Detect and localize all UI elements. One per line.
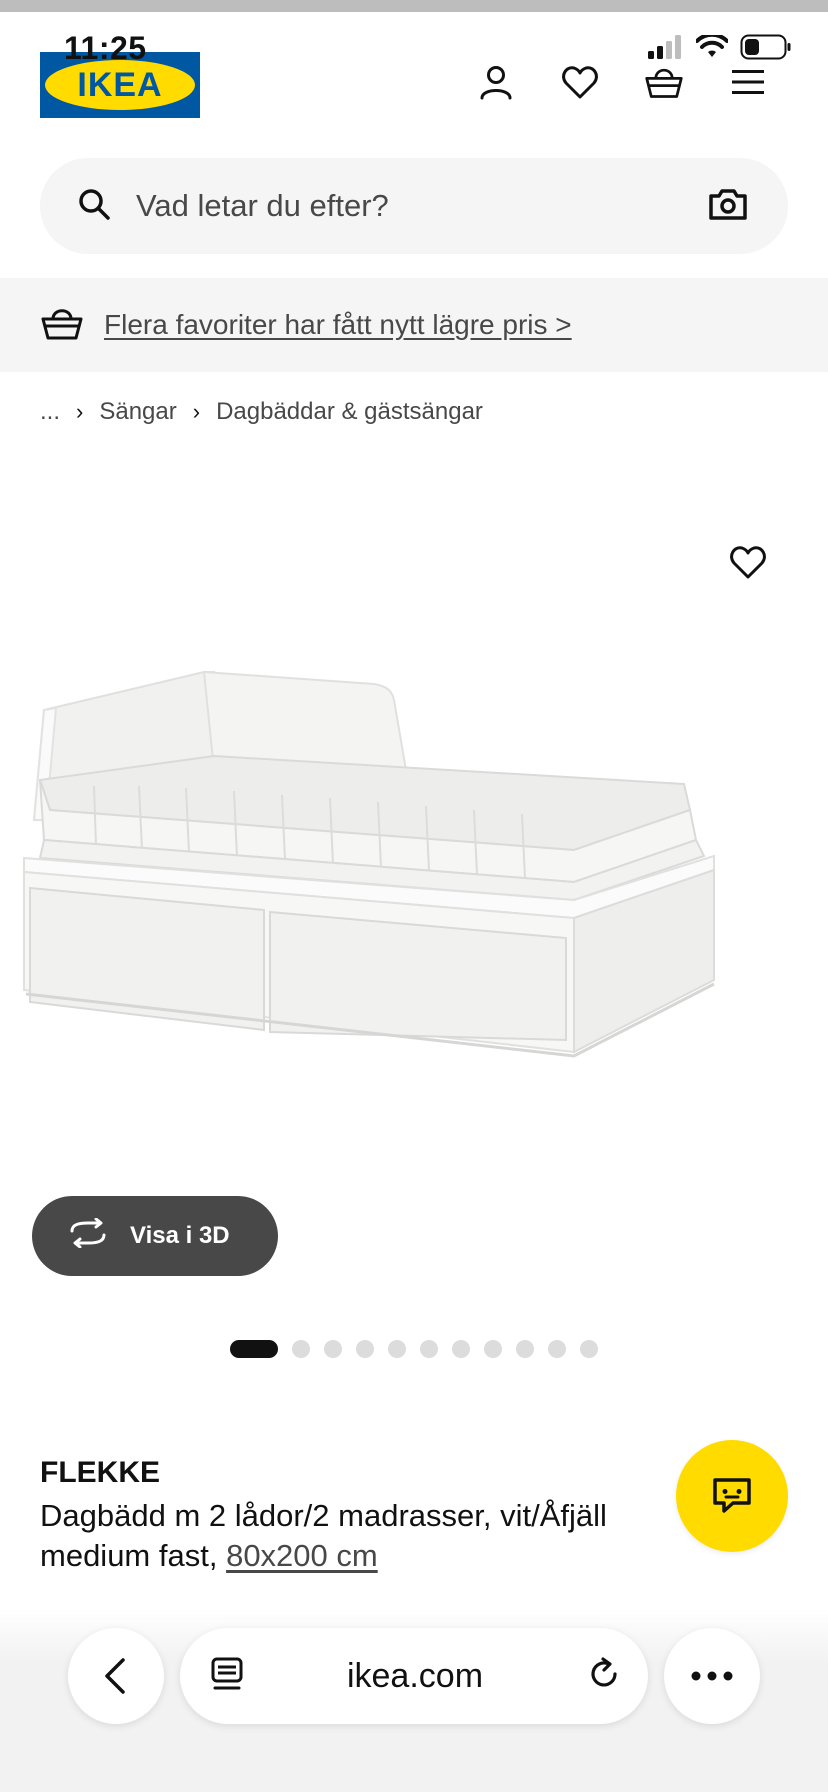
carousel-dot[interactable] (292, 1340, 310, 1358)
status-time: 11:25 (64, 30, 147, 66)
menu-icon[interactable] (728, 62, 768, 102)
view-3d-label: Visa i 3D (130, 1222, 230, 1249)
heart-icon[interactable] (560, 62, 600, 102)
search-bar[interactable]: Vad letar du efter? (40, 158, 788, 254)
chat-button[interactable] (676, 1440, 788, 1552)
breadcrumb-item-ellipsis[interactable]: ... (40, 398, 60, 426)
page: 11:25 IKEA Vad letar du efter? Flera fav… (0, 0, 828, 1792)
wifi-icon (695, 32, 729, 64)
heart-icon (730, 546, 766, 579)
chevron-left-icon (105, 1658, 125, 1694)
product-size-link[interactable]: 80x200 cm (226, 1538, 378, 1573)
account-icon[interactable] (476, 62, 516, 102)
reader-icon[interactable] (210, 1656, 244, 1697)
promo-link[interactable]: Flera favoriter har fått nytt lägre pris… (104, 309, 572, 341)
carousel-dot[interactable] (452, 1340, 470, 1358)
carousel-dot[interactable] (230, 1340, 278, 1358)
header-icons (476, 62, 768, 102)
battery-icon (740, 34, 792, 65)
basket-icon[interactable] (644, 62, 684, 102)
url-text[interactable]: ikea.com (347, 1657, 483, 1696)
more-button[interactable] (664, 1628, 760, 1724)
carousel-dots (230, 1340, 598, 1358)
basket-icon (40, 304, 84, 347)
address-bar[interactable]: ikea.com (180, 1628, 648, 1724)
chevron-right-icon: › (76, 399, 84, 424)
carousel-dot[interactable] (484, 1340, 502, 1358)
chat-icon (713, 1478, 751, 1513)
carousel-dot[interactable] (516, 1340, 534, 1358)
status-icons (646, 32, 792, 65)
product-description: Dagbädd m 2 lådor/2 madrasser, vit/Åfjäl… (40, 1496, 680, 1576)
camera-icon[interactable] (708, 187, 748, 226)
top-strip (0, 0, 828, 12)
breadcrumb: ... › Sängar › Dagbäddar & gästsängar (40, 398, 483, 426)
product-name[interactable]: FLEKKE (40, 1456, 160, 1490)
carousel-dot[interactable] (356, 1340, 374, 1358)
carousel-dot[interactable] (420, 1340, 438, 1358)
search-icon (76, 186, 112, 227)
logo-oval: IKEA (45, 60, 195, 110)
chevron-right-icon: › (192, 399, 201, 424)
search-input[interactable]: Vad letar du efter? (136, 188, 708, 224)
carousel-dot[interactable] (548, 1340, 566, 1358)
ellipsis-icon (691, 1671, 733, 1681)
logo-text: IKEA (77, 65, 163, 104)
promo-banner[interactable]: Flera favoriter har fått nytt lägre pris… (0, 278, 828, 372)
favorite-button[interactable] (726, 540, 770, 584)
breadcrumb-item-dagbaddar[interactable]: Dagbäddar & gästsängar (216, 398, 483, 426)
back-button[interactable] (68, 1628, 164, 1724)
signal-icon (646, 35, 684, 64)
carousel-dot[interactable] (580, 1340, 598, 1358)
product-image[interactable] (14, 660, 814, 1120)
view-3d-button[interactable]: Visa i 3D (32, 1196, 278, 1276)
rotate-3d-icon (66, 1217, 110, 1255)
reload-icon[interactable] (586, 1656, 622, 1697)
breadcrumb-item-sangar[interactable]: Sängar (99, 398, 176, 426)
carousel-dot[interactable] (324, 1340, 342, 1358)
carousel-dot[interactable] (388, 1340, 406, 1358)
